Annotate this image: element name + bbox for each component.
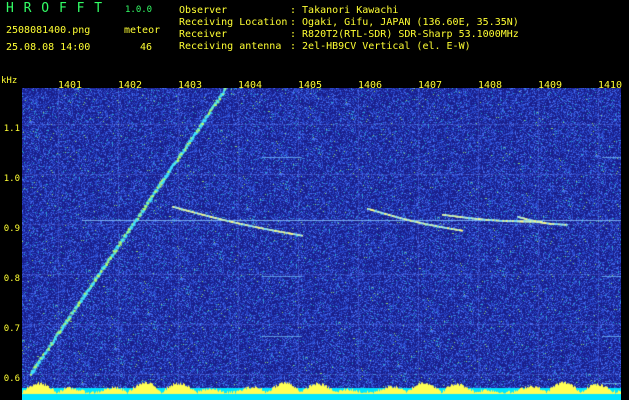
datetime: 25.08.08 14:00 [6,42,91,53]
observer-label: Observer [179,5,228,16]
antenna-label: Receiving antenna [179,41,282,52]
app-name: H R O F F T [6,1,104,16]
frequency-tick-label: 0.7 [3,324,20,334]
receiver-label: Receiver [179,29,228,40]
frequency-tick-label: 1.1 [3,124,20,134]
antenna-value: : 2el-HB9CV Vertical (el. E-W) [290,41,471,52]
frequency-tick-label: 0.8 [3,274,20,284]
frequency-unit-label: kHz [1,76,18,86]
frequency-tick-label: 1.0 [3,174,20,184]
app-version: 1.0.0 [125,5,153,15]
filename: 2508081400.png [6,25,91,36]
meteor-count: 46 [140,42,153,53]
frequency-tick-label: 0.6 [3,374,20,384]
location-label: Receiving Location [179,17,288,28]
receiver-value: : R820T2(RTL-SDR) SDR-Sharp 53.1000MHz [290,29,519,40]
frequency-tick-label: 0.9 [3,224,20,234]
header-panel: H R O F F T 1.0.0 2508081400.png 25.08.0… [0,0,629,78]
spectrogram-canvas [22,88,621,400]
location-value: : Ogaki, Gifu, JAPAN (136.60E, 35.35N) [290,17,519,28]
meteor-label: meteor [124,25,161,36]
observer-value: : Takanori Kawachi [290,5,399,16]
